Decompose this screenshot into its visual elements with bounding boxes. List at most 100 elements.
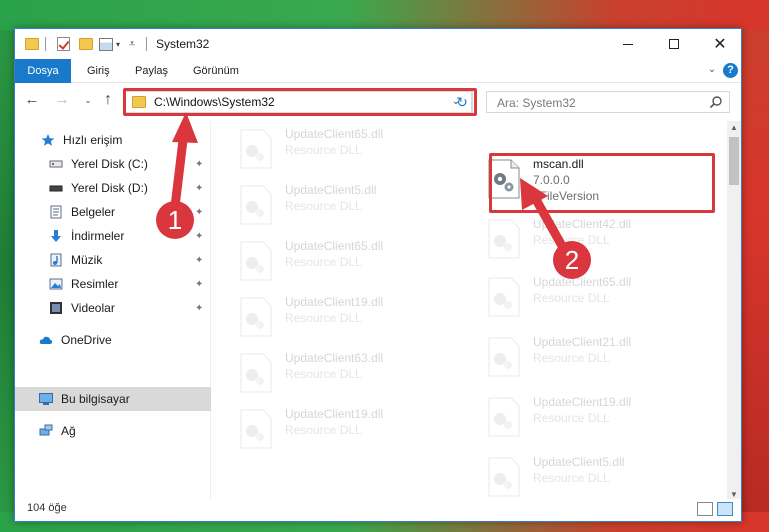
maximize-button[interactable] [651,29,697,59]
customize-toolbar-icon[interactable]: ⩡ [129,36,135,52]
list-item[interactable]: UpdateClient5.dll Resource DLL [475,449,695,505]
list-item[interactable]: UpdateClient19.dll Resource DLL [475,389,695,445]
sidebar-item-pictures[interactable]: Resimler [49,273,118,295]
sidebar-item-videos[interactable]: Videolar [49,297,115,319]
computer-icon [39,393,53,405]
file-type: Resource DLL [285,423,362,437]
toolbar-separator [45,37,46,51]
search-input[interactable]: Ara: System32 [497,96,576,110]
dll-file-icon [240,129,272,169]
file-type: Resource DLL [533,471,610,485]
list-item[interactable]: UpdateClient63.dll Resource DLL [227,345,447,401]
file-name: UpdateClient42.dll [533,217,632,231]
sidebar-item-label: Videolar [71,301,115,315]
sidebar-item-label: Bu bilgisayar [61,392,130,406]
music-icon [50,253,62,267]
pictures-icon [49,278,63,290]
star-icon [41,134,55,146]
ribbon-tabs: Dosya Giriş Paylaş Görünüm ⌄ ? [15,59,741,83]
scroll-up-icon[interactable]: ▲ [727,123,741,132]
sidebar-item-this-pc[interactable]: Bu bilgisayar [39,388,130,410]
list-item[interactable]: UpdateClient65.dll Resource DLL [227,121,447,177]
list-item[interactable]: UpdateClient21.dll Resource DLL [475,329,695,385]
sidebar-item-music[interactable]: Müzik [49,249,102,271]
dll-file-icon [240,297,272,337]
list-item[interactable]: UpdateClient19.dll Resource DLL [227,289,447,345]
dll-file-icon [488,457,520,497]
title-bar: ▾ ⩡ System32 ✕ [15,29,741,59]
desktop-background-top [0,0,769,30]
properties-icon[interactable] [99,37,113,51]
expand-ribbon-icon[interactable]: ⌄ [705,63,719,77]
sidebar-item-label: Yerel Disk (C:) [71,157,148,171]
minimize-icon [623,43,633,45]
scroll-down-icon[interactable]: ▼ [727,490,741,499]
pin-icon[interactable]: ✦ [195,303,203,314]
sidebar-item-quick-access[interactable]: Hızlı erişim [41,129,122,151]
dll-file-icon [240,241,272,281]
list-item[interactable]: UpdateClient65.dll Resource DLL [475,269,695,325]
help-icon[interactable]: ? [723,63,738,78]
customize-toolbar-chevron-icon[interactable]: ▾ [116,36,120,52]
sidebar-item-local-disk-d[interactable]: Yerel Disk (D:) [49,177,148,199]
forward-button[interactable]: → [53,90,71,110]
list-item[interactable]: UpdateClient5.dll Resource DLL [227,177,447,233]
search-box[interactable]: Ara: System32 [486,91,730,113]
file-name: UpdateClient65.dll [285,127,384,141]
tab-home[interactable]: Giriş [87,59,110,83]
pin-icon[interactable]: ✦ [195,183,203,194]
details-view-icon[interactable] [697,502,713,516]
sidebar-item-documents[interactable]: Belgeler [49,201,115,223]
minimize-button[interactable] [605,29,651,59]
up-button[interactable]: ↑ [99,90,117,110]
pin-icon[interactable]: ✦ [195,231,203,242]
vertical-scrollbar[interactable]: ▲ ▼ [727,121,741,501]
large-icons-view-icon[interactable] [717,502,733,516]
properties-check-icon[interactable] [57,37,70,51]
explorer-window: ▾ ⩡ System32 ✕ Dosya Giriş Paylaş Görünü… [14,28,742,522]
videos-icon [50,302,62,314]
quick-access-toolbar [25,36,39,52]
list-item[interactable]: UpdateClient19.dll Resource DLL [227,401,447,457]
sidebar-item-label: Hızlı erişim [63,133,123,147]
file-name: UpdateClient19.dll [533,395,632,409]
tab-file[interactable]: Dosya [15,59,71,83]
file-name: UpdateClient5.dll [533,455,625,469]
tab-share[interactable]: Paylaş [135,59,168,83]
file-name: UpdateClient21.dll [533,335,632,349]
file-name: UpdateClient63.dll [285,351,384,365]
dll-file-icon [240,185,272,225]
pin-icon[interactable]: ✦ [195,255,203,266]
maximize-icon [669,39,679,49]
sidebar-item-onedrive[interactable]: OneDrive [39,329,112,351]
sidebar-item-label: Resimler [71,277,119,291]
tab-view[interactable]: Görünüm [193,59,239,83]
pin-icon[interactable]: ✦ [195,207,203,218]
file-list: UpdateClient65.dll Resource DLL UpdateCl… [227,121,725,501]
sidebar-item-label: İndirmeler [71,229,125,243]
file-type: Resource DLL [285,143,362,157]
cloud-icon [39,336,53,344]
back-button[interactable]: ← [23,90,41,110]
item-count: 104 öğe [27,502,67,514]
new-folder-icon[interactable] [79,38,93,50]
address-bar-highlight [123,88,477,116]
sidebar-item-label: OneDrive [61,333,112,347]
search-icon[interactable] [709,95,723,109]
pin-icon[interactable]: ✦ [195,279,203,290]
pin-icon[interactable]: ✦ [195,159,203,170]
file-type: Resource DLL [533,351,610,365]
recent-locations-chevron-icon[interactable]: ⌄ [79,90,97,110]
file-name: UpdateClient65.dll [533,275,632,289]
scrollbar-thumb[interactable] [729,137,739,185]
sidebar-item-label: Ağ [61,424,76,438]
sidebar-item-local-disk-c[interactable]: Yerel Disk (C:) [49,153,148,175]
file-type: Resource DLL [285,199,362,213]
list-item[interactable]: UpdateClient65.dll Resource DLL [227,233,447,289]
drive-icon [49,185,63,192]
close-button[interactable]: ✕ [697,29,743,59]
sidebar-item-downloads[interactable]: İndirmeler [49,225,124,247]
sidebar-item-network[interactable]: Ağ [39,420,76,442]
documents-icon [50,205,62,219]
sidebar-item-label: Müzik [71,253,103,267]
